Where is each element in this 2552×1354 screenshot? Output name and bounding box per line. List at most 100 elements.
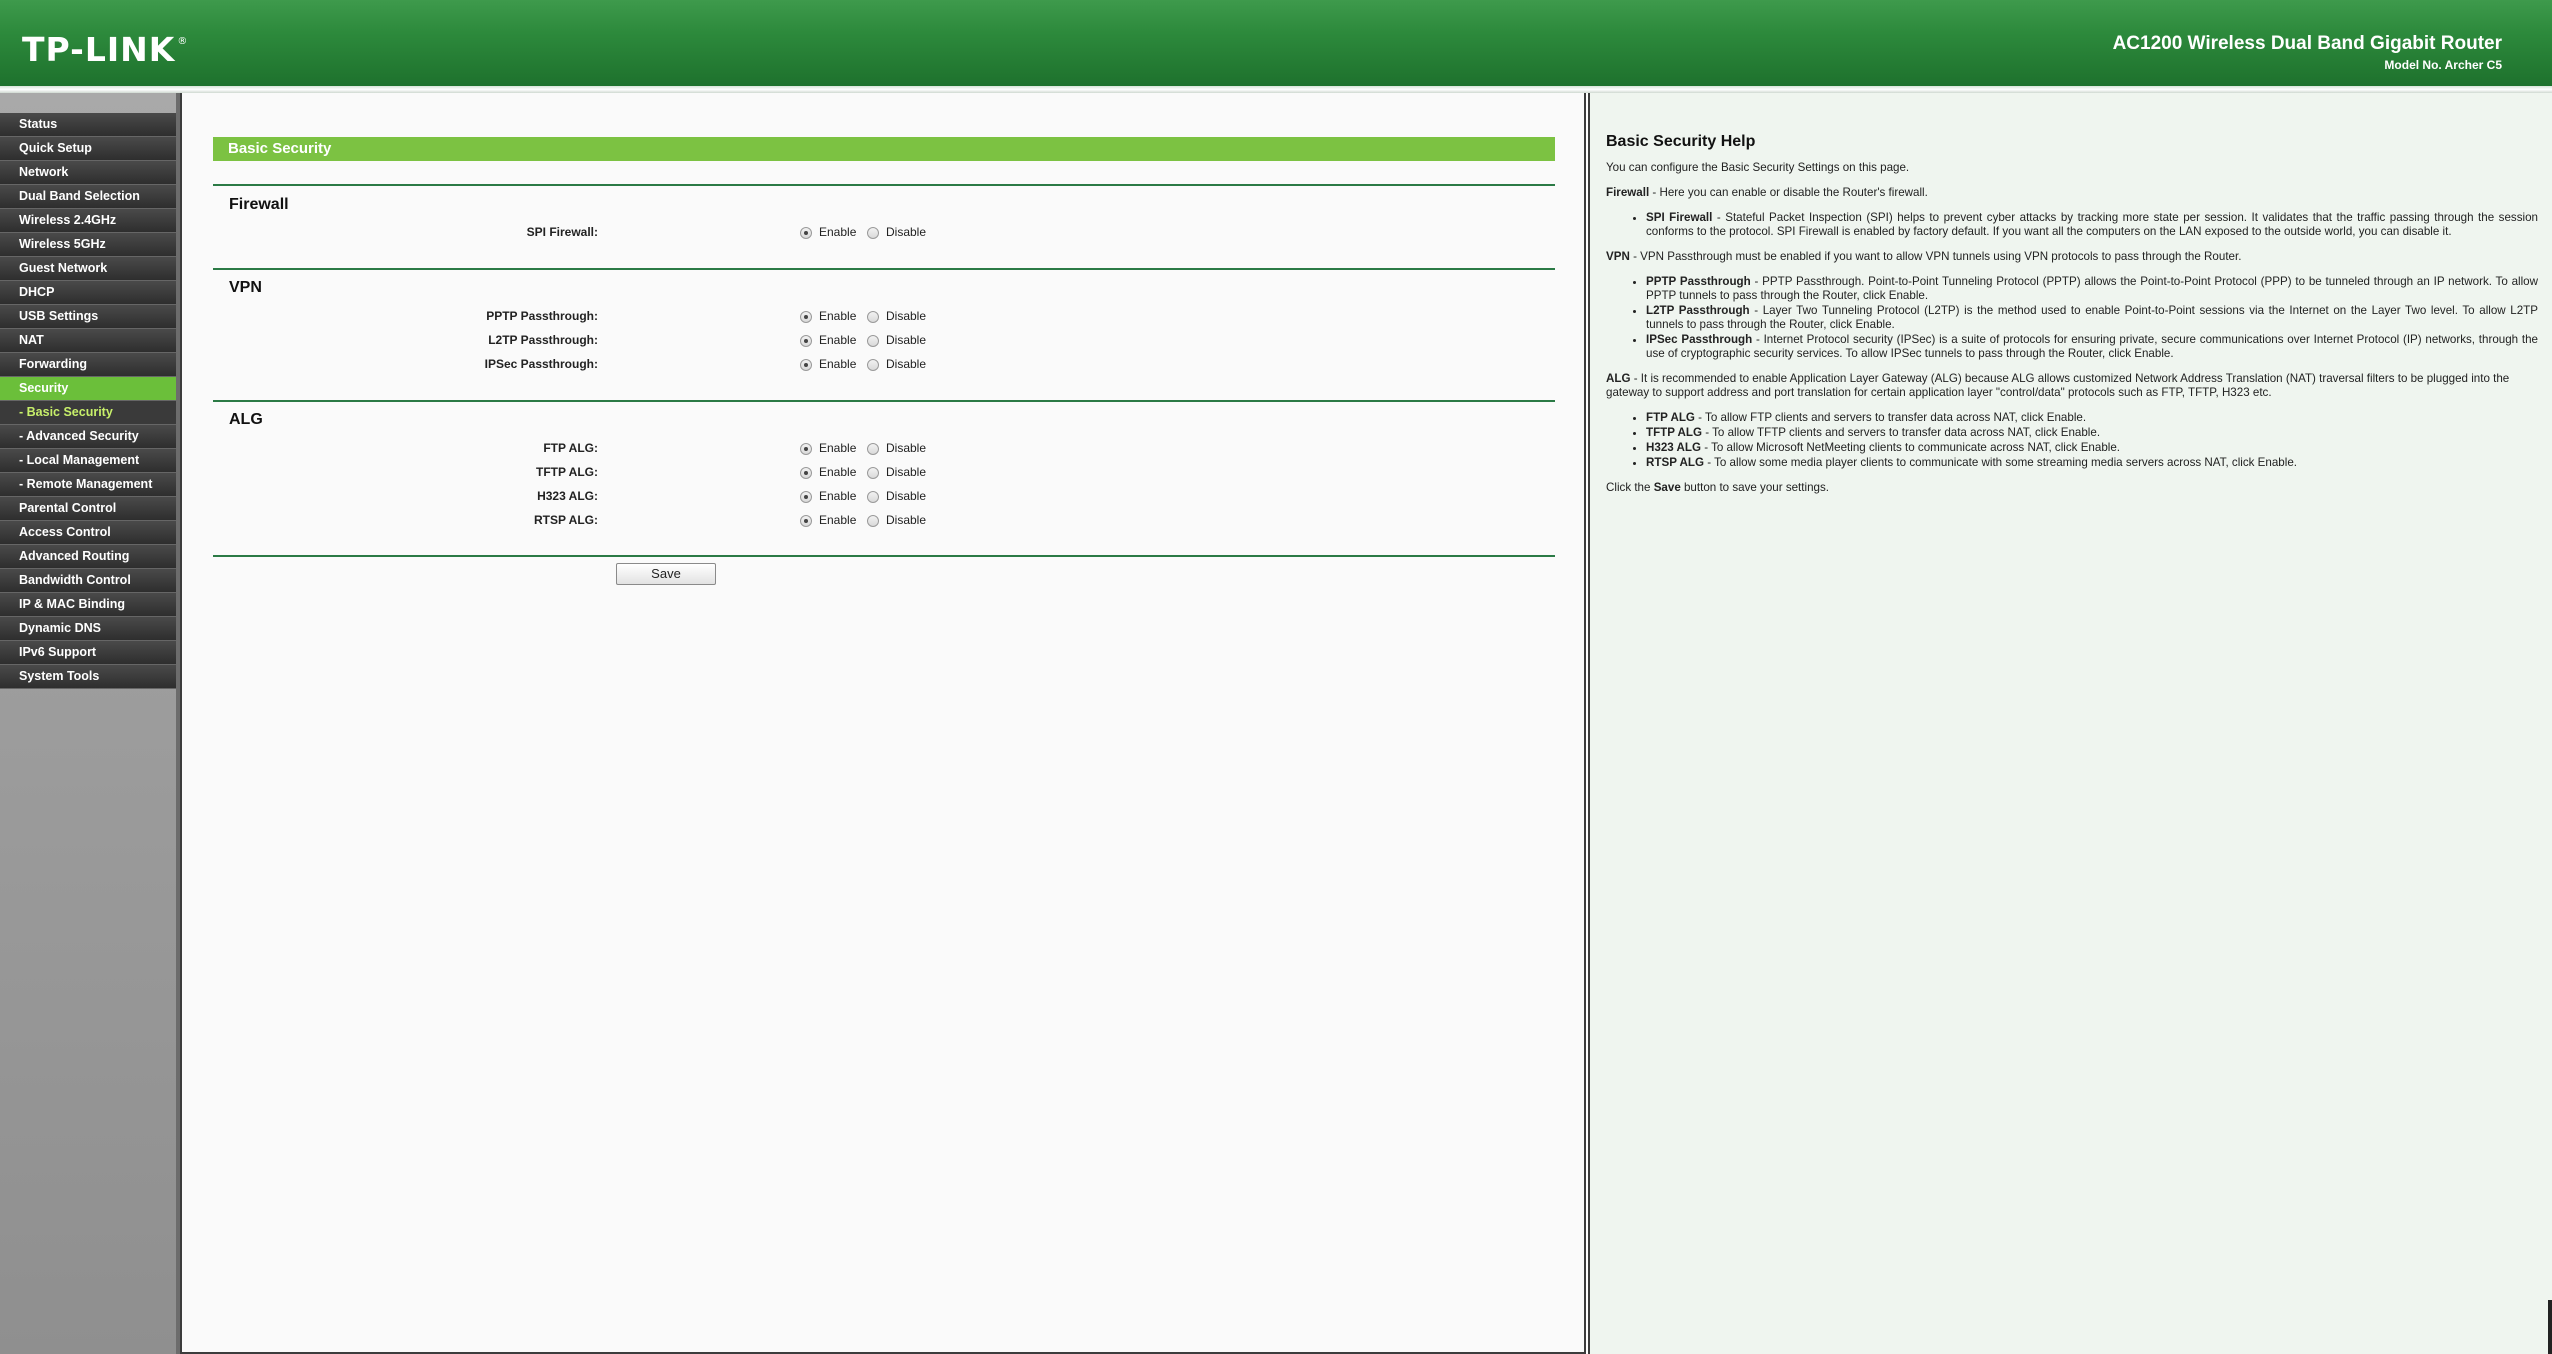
sidebar-item-advanced-routing[interactable]: Advanced Routing: [0, 545, 176, 569]
section-divider: [213, 268, 1555, 270]
sidebar-menu: Status Quick Setup Network Dual Band Sel…: [0, 113, 176, 689]
help-spi-firewall: SPI Firewall - Stateful Packet Inspectio…: [1646, 211, 2538, 239]
section-divider: [213, 400, 1555, 402]
product-name: AC1200 Wireless Dual Band Gigabit Router: [2112, 33, 2502, 54]
setting-row-rtsp-alg: RTSP ALG: Enable Disable: [213, 510, 1013, 530]
enable-label: Enable: [819, 333, 857, 347]
help-firewall-list: SPI Firewall - Stateful Packet Inspectio…: [1606, 211, 2538, 239]
scroll-marker: [2548, 1300, 2552, 1354]
sidebar-item-quick-setup[interactable]: Quick Setup: [0, 137, 176, 161]
sidebar-item-dual-band-selection[interactable]: Dual Band Selection: [0, 185, 176, 209]
sidebar-item-guest-network[interactable]: Guest Network: [0, 257, 176, 281]
help-title: Basic Security Help: [1606, 133, 1756, 150]
section-title-alg: ALG: [229, 411, 263, 428]
sidebar-item-network[interactable]: Network: [0, 161, 176, 185]
sidebar-subitem-basic-security[interactable]: - Basic Security: [0, 401, 176, 425]
ipsec-enable-radio[interactable]: [800, 359, 812, 371]
setting-row-l2tp-passthrough: L2TP Passthrough: Enable Disable: [213, 330, 1013, 350]
setting-row-spi-firewall: SPI Firewall: Enable Disable: [213, 222, 1013, 242]
ipsec-disable-radio[interactable]: [867, 359, 879, 371]
section-title-firewall: Firewall: [229, 196, 289, 213]
sidebar-item-parental-control[interactable]: Parental Control: [0, 497, 176, 521]
main-frame: Basic Security Firewall SPI Firewall: En…: [180, 93, 1586, 1354]
sidebar-item-wireless-5ghz[interactable]: Wireless 5GHz: [0, 233, 176, 257]
model-number: Model No. Archer C5: [2384, 58, 2502, 72]
sidebar-item-access-control[interactable]: Access Control: [0, 521, 176, 545]
sidebar-item-system-tools[interactable]: System Tools: [0, 665, 176, 689]
save-button[interactable]: Save: [616, 563, 716, 585]
spi-firewall-disable-radio[interactable]: [867, 227, 879, 239]
l2tp-enable-radio[interactable]: [800, 335, 812, 347]
help-l2tp: L2TP Passthrough - Layer Two Tunneling P…: [1646, 304, 2538, 332]
enable-label: Enable: [819, 357, 857, 371]
section-divider: [213, 555, 1555, 557]
sidebar-item-security[interactable]: Security: [0, 377, 176, 401]
pptp-passthrough-label: PPTP Passthrough:: [486, 309, 598, 323]
setting-row-ipsec-passthrough: IPSec Passthrough: Enable Disable: [213, 354, 1013, 374]
help-tftp-alg: TFTP ALG - To allow TFTP clients and ser…: [1646, 426, 2538, 440]
rtsp-alg-label: RTSP ALG:: [533, 513, 598, 527]
setting-row-pptp-passthrough: PPTP Passthrough: Enable Disable: [213, 306, 1013, 326]
ftp-alg-disable-radio[interactable]: [867, 443, 879, 455]
help-h323-alg: H323 ALG - To allow Microsoft NetMeeting…: [1646, 441, 2538, 455]
enable-label: Enable: [819, 465, 857, 479]
tftp-alg-disable-radio[interactable]: [867, 467, 879, 479]
help-intro: You can configure the Basic Security Set…: [1606, 161, 1910, 174]
h323-alg-enable-radio[interactable]: [800, 491, 812, 503]
enable-label: Enable: [819, 309, 857, 323]
tftp-alg-enable-radio[interactable]: [800, 467, 812, 479]
ipsec-passthrough-label: IPSec Passthrough:: [484, 357, 598, 371]
disable-label: Disable: [886, 465, 927, 479]
disable-label: Disable: [886, 357, 927, 371]
help-panel: Basic Security Help You can configure th…: [1588, 93, 2552, 1354]
help-vpn: VPN - VPN Passthrough must be enabled if…: [1606, 250, 2242, 263]
tftp-alg-label: TFTP ALG:: [536, 465, 598, 479]
pptp-disable-radio[interactable]: [867, 311, 879, 323]
setting-row-ftp-alg: FTP ALG: Enable Disable: [213, 438, 1013, 458]
sidebar-item-status[interactable]: Status: [0, 113, 176, 137]
enable-label: Enable: [819, 441, 857, 455]
disable-label: Disable: [886, 513, 927, 527]
disable-label: Disable: [886, 309, 927, 323]
enable-label: Enable: [819, 225, 857, 239]
sidebar-item-wireless-24ghz[interactable]: Wireless 2.4GHz: [0, 209, 176, 233]
ftp-alg-enable-radio[interactable]: [800, 443, 812, 455]
sidebar: Status Quick Setup Network Dual Band Sel…: [0, 93, 180, 1354]
header-divider: [0, 86, 2552, 93]
sidebar-item-forwarding[interactable]: Forwarding: [0, 353, 176, 377]
sidebar-subitem-local-management[interactable]: - Local Management: [0, 449, 176, 473]
disable-label: Disable: [886, 225, 927, 239]
header-banner: TP-LINK ® AC1200 Wireless Dual Band Gigab…: [0, 0, 2552, 93]
sidebar-item-nat[interactable]: NAT: [0, 329, 176, 353]
sidebar-item-ip-mac-binding[interactable]: IP & MAC Binding: [0, 593, 176, 617]
help-outro: Click the Save button to save your setti…: [1606, 481, 1829, 494]
spi-firewall-label: SPI Firewall:: [526, 225, 598, 239]
sidebar-subitem-advanced-security[interactable]: - Advanced Security: [0, 425, 176, 449]
sidebar-subitem-remote-management[interactable]: - Remote Management: [0, 473, 176, 497]
disable-label: Disable: [886, 441, 927, 455]
help-pptp: PPTP Passthrough - PPTP Passthrough. Poi…: [1646, 275, 2538, 303]
help-ipsec: IPSec Passthrough - Internet Protocol se…: [1646, 333, 2538, 361]
help-alg: ALG - It is recommended to enable Applic…: [1606, 372, 2510, 399]
sidebar-item-dynamic-dns[interactable]: Dynamic DNS: [0, 617, 176, 641]
l2tp-passthrough-label: L2TP Passthrough:: [488, 333, 598, 347]
rtsp-alg-disable-radio[interactable]: [867, 515, 879, 527]
pptp-enable-radio[interactable]: [800, 311, 812, 323]
l2tp-disable-radio[interactable]: [867, 335, 879, 347]
setting-row-h323-alg: H323 ALG: Enable Disable: [213, 486, 1013, 506]
sidebar-item-dhcp[interactable]: DHCP: [0, 281, 176, 305]
enable-label: Enable: [819, 513, 857, 527]
rtsp-alg-enable-radio[interactable]: [800, 515, 812, 527]
tp-link-logo: TP-LINK ®: [22, 30, 189, 69]
section-divider: [213, 184, 1555, 186]
sidebar-item-bandwidth-control[interactable]: Bandwidth Control: [0, 569, 176, 593]
help-firewall: Firewall - Here you can enable or disabl…: [1606, 186, 1928, 199]
spi-firewall-enable-radio[interactable]: [800, 227, 812, 239]
sidebar-item-ipv6-support[interactable]: IPv6 Support: [0, 641, 176, 665]
help-rtsp-alg: RTSP ALG - To allow some media player cl…: [1646, 456, 2538, 470]
section-title-vpn: VPN: [229, 279, 262, 296]
help-vpn-list: PPTP Passthrough - PPTP Passthrough. Poi…: [1606, 275, 2538, 361]
sidebar-item-usb-settings[interactable]: USB Settings: [0, 305, 176, 329]
h323-alg-disable-radio[interactable]: [867, 491, 879, 503]
disable-label: Disable: [886, 489, 927, 503]
